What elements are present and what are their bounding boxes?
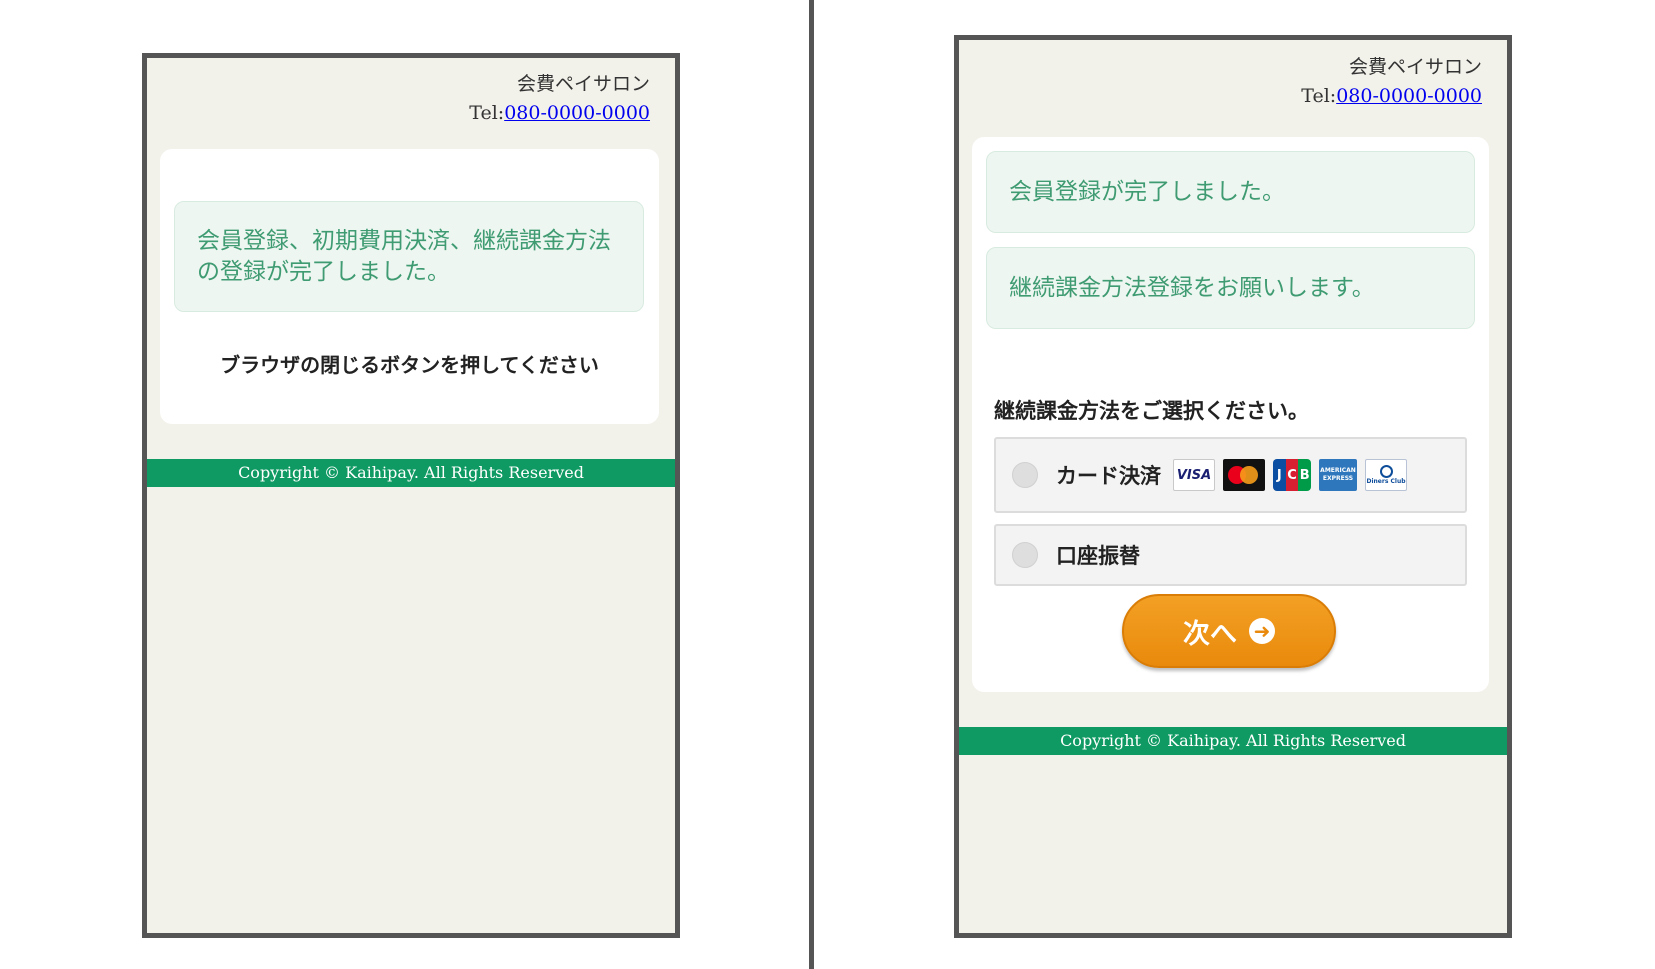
arrow-circle-right-icon: ➜ bbox=[1249, 618, 1275, 644]
card-brand-logos: VISA J C B AMERICAN EXPRESS Diners Club bbox=[1173, 459, 1407, 491]
tel-link[interactable]: 080-0000-0000 bbox=[504, 102, 650, 124]
tel-line: Tel:080-0000-0000 bbox=[1301, 82, 1482, 111]
content-card: 会員登録が完了しました。 継続課金方法登録をお願いします。 継続課金方法をご選択… bbox=[972, 137, 1489, 692]
registration-complete-message: 会員登録が完了しました。 bbox=[986, 151, 1475, 233]
billing-request-text: 継続課金方法登録をお願いします。 bbox=[1009, 274, 1375, 301]
payment-method-label: 継続課金方法をご選択ください。 bbox=[994, 398, 1309, 423]
tel-line: Tel:080-0000-0000 bbox=[469, 99, 650, 128]
radio-card-payment[interactable] bbox=[1012, 462, 1038, 488]
next-button[interactable]: 次へ ➜ bbox=[1122, 594, 1336, 668]
billing-request-message: 継続課金方法登録をお願いします。 bbox=[986, 247, 1475, 329]
completion-message-text: 会員登録、初期費用決済、継続課金方法の登録が完了しました。 bbox=[197, 227, 611, 285]
amex-logo-icon: AMERICAN EXPRESS bbox=[1319, 459, 1357, 491]
payment-method-screen: 会費ペイサロン Tel:080-0000-0000 会員登録が完了しました。 継… bbox=[954, 35, 1512, 938]
site-header: 会費ペイサロン Tel:080-0000-0000 bbox=[469, 70, 650, 128]
completion-screen: 会費ペイサロン Tel:080-0000-0000 会員登録、初期費用決済、継続… bbox=[142, 53, 680, 938]
diners-club-logo-icon: Diners Club bbox=[1365, 459, 1407, 491]
jcb-logo-icon: J C B bbox=[1273, 459, 1311, 491]
footer-copyright: Copyright © Kaihipay. All Rights Reserve… bbox=[959, 727, 1507, 755]
divider bbox=[809, 0, 814, 969]
radio-bank-transfer[interactable] bbox=[1012, 542, 1038, 568]
tel-prefix: Tel: bbox=[1301, 85, 1337, 107]
tel-prefix: Tel: bbox=[469, 102, 505, 124]
content-card: 会員登録、初期費用決済、継続課金方法の登録が完了しました。 ブラウザの閉じるボタ… bbox=[160, 149, 659, 424]
option-bank-label: 口座振替 bbox=[1056, 543, 1140, 568]
site-header: 会費ペイサロン Tel:080-0000-0000 bbox=[1301, 53, 1482, 111]
option-card-label: カード決済 bbox=[1056, 463, 1161, 488]
next-button-label: 次へ bbox=[1183, 618, 1237, 650]
option-bank-transfer[interactable]: 口座振替 bbox=[994, 524, 1467, 586]
shop-name: 会費ペイサロン bbox=[516, 73, 650, 95]
shop-name: 会費ペイサロン bbox=[1348, 56, 1482, 78]
tel-link[interactable]: 080-0000-0000 bbox=[1336, 85, 1482, 107]
mastercard-logo-icon bbox=[1223, 459, 1265, 491]
registration-complete-text: 会員登録が完了しました。 bbox=[1009, 178, 1285, 205]
completion-message: 会員登録、初期費用決済、継続課金方法の登録が完了しました。 bbox=[174, 201, 644, 312]
visa-logo-icon: VISA bbox=[1173, 459, 1215, 491]
close-browser-instruction: ブラウザの閉じるボタンを押してください bbox=[220, 353, 599, 377]
option-card-payment[interactable]: カード決済 VISA J C B AMERICAN EXPRESS Diners… bbox=[994, 437, 1467, 513]
footer-copyright: Copyright © Kaihipay. All Rights Reserve… bbox=[147, 459, 675, 487]
